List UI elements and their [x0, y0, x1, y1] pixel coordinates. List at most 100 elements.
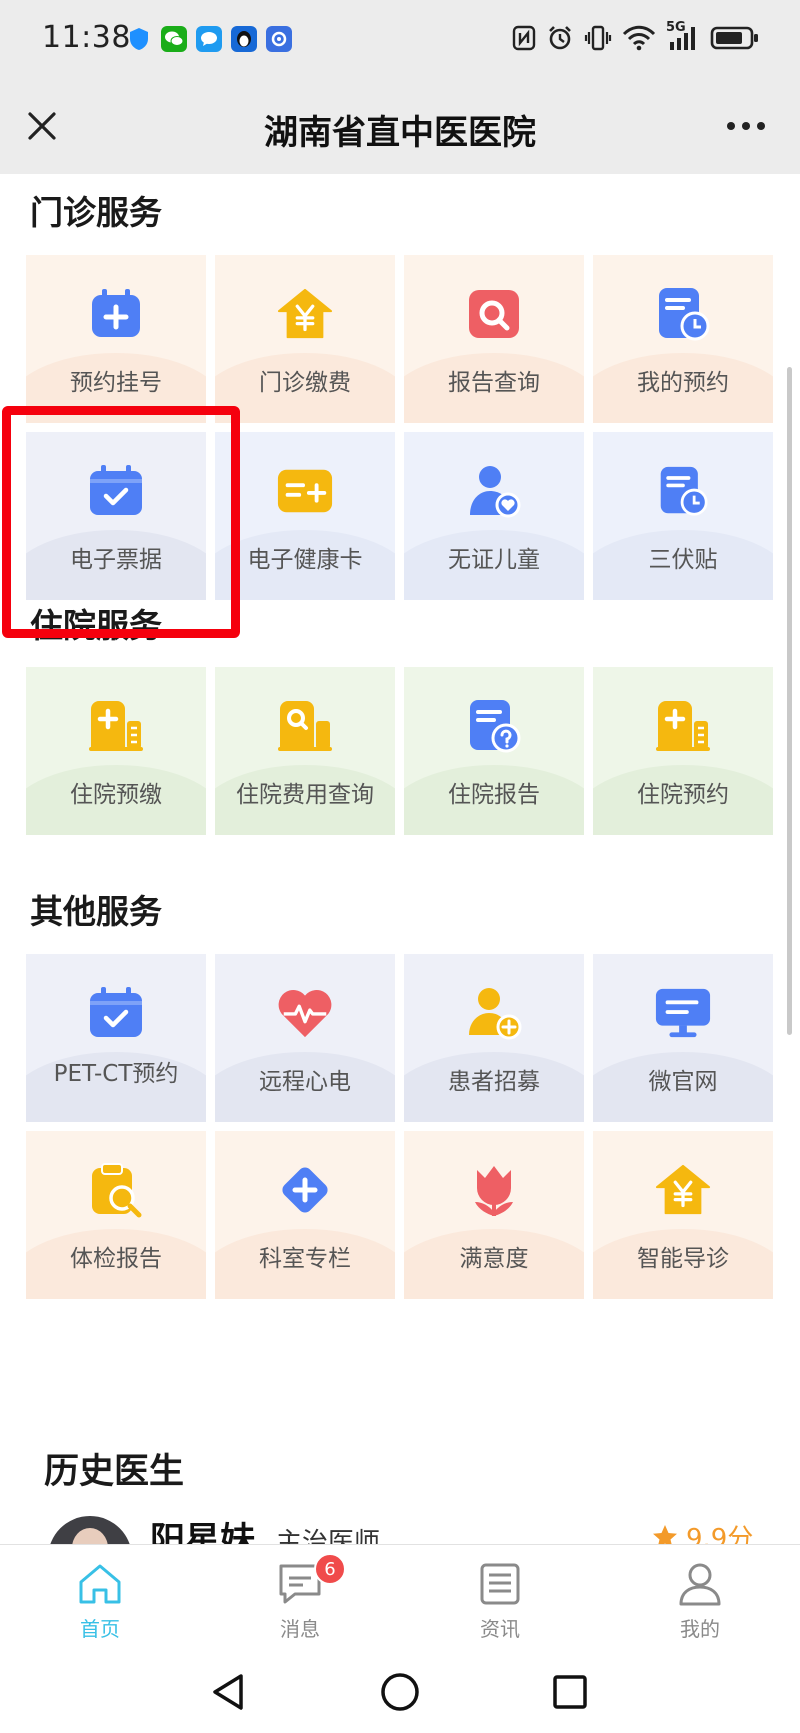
service-tile-health-card[interactable]: 电子健康卡	[215, 432, 395, 600]
close-button[interactable]	[20, 104, 64, 148]
service-tile-inpatient-report[interactable]: 住院报告	[404, 667, 584, 835]
service-label: PET-CT预约	[53, 1061, 179, 1087]
yen-house-icon	[654, 1161, 712, 1219]
hospital-building-icon	[654, 697, 712, 755]
person-heart-icon	[465, 462, 523, 520]
tab-messages[interactable]: 6 消息	[200, 1545, 400, 1652]
tab-profile[interactable]: 我的	[600, 1545, 800, 1652]
recents-square-icon	[553, 1675, 587, 1709]
wifi-icon	[622, 25, 656, 51]
service-label: 报告查询	[448, 370, 540, 396]
tulip-icon	[465, 1161, 523, 1219]
profile-icon	[675, 1559, 725, 1609]
service-label: 微官网	[648, 1069, 718, 1095]
news-icon	[475, 1559, 525, 1609]
shield-app-icon	[126, 26, 152, 52]
service-tile-smart-triage[interactable]: 智能导诊	[593, 1131, 773, 1299]
section-title-inpatient: 住院服务	[30, 606, 162, 645]
document-question-icon	[465, 697, 523, 755]
service-tile-my-appointments[interactable]: 我的预约	[593, 255, 773, 423]
service-tile-department-column[interactable]: 科室专栏	[215, 1131, 395, 1299]
outpatient-services-grid: 预约挂号 门诊缴费 报告查询 我的预约 电子票据 电子健康卡 无证儿童 三伏贴	[26, 255, 778, 600]
rating-value: 9.9分	[686, 1524, 754, 1544]
doctor-card[interactable]: 阳星妹 主治医师 9.9分	[0, 1510, 800, 1544]
more-button[interactable]	[718, 106, 774, 146]
document-clock-icon	[654, 462, 712, 520]
status-app-icons	[126, 26, 292, 52]
person-add-icon	[465, 984, 523, 1042]
calendar-check-icon	[87, 984, 145, 1042]
calendar-check-icon	[87, 462, 145, 520]
page-title: 湖南省直中医医院	[264, 113, 536, 153]
tab-label: 我的	[680, 1617, 720, 1641]
service-tile-outpatient-payment[interactable]: 门诊缴费	[215, 255, 395, 423]
other-services-grid: PET-CT预约 远程心电 患者招募 微官网 体检报告 科室专栏 满意度 智能导…	[26, 954, 778, 1299]
system-nav-bar	[0, 1652, 800, 1733]
service-tile-appointment[interactable]: 预约挂号	[26, 255, 206, 423]
clipboard-search-icon	[87, 1161, 145, 1219]
service-label: 门诊缴费	[259, 370, 351, 396]
service-label: 三伏贴	[648, 547, 718, 573]
status-time: 11:38	[42, 20, 131, 55]
service-label: 电子健康卡	[247, 547, 363, 573]
service-label: 电子票据	[70, 547, 162, 573]
message-count-badge: 6	[314, 1553, 346, 1585]
service-tile-pet-ct[interactable]: PET-CT预约	[26, 954, 206, 1122]
nav-back-button[interactable]	[198, 1662, 258, 1722]
more-icon	[727, 122, 765, 130]
hospital-search-icon	[276, 697, 334, 755]
doctor-name: 阳星妹	[150, 1521, 256, 1544]
service-label: 住院预缴	[70, 782, 162, 808]
alarm-icon	[546, 24, 574, 52]
nav-recents-button[interactable]	[540, 1662, 600, 1722]
nav-home-button[interactable]	[370, 1662, 430, 1722]
service-tile-patient-recruitment[interactable]: 患者招募	[404, 954, 584, 1122]
service-label: 无证儿童	[448, 547, 540, 573]
monitor-icon	[654, 984, 712, 1042]
service-label: 住院费用查询	[236, 782, 374, 808]
report-search-icon	[465, 285, 523, 343]
service-tile-inpatient-prepay[interactable]: 住院预缴	[26, 667, 206, 835]
service-tile-remote-ecg[interactable]: 远程心电	[215, 954, 395, 1122]
star-icon	[653, 1524, 677, 1544]
service-tile-micro-website[interactable]: 微官网	[593, 954, 773, 1122]
service-label: 智能导诊	[637, 1246, 729, 1272]
tab-home[interactable]: 首页	[0, 1545, 200, 1652]
service-label: 体检报告	[70, 1246, 162, 1272]
service-tile-inpatient-fee-query[interactable]: 住院费用查询	[215, 667, 395, 835]
signal-icon: 5G	[666, 20, 700, 52]
tab-label: 消息	[280, 1617, 320, 1641]
doctor-rating: 9.9分	[652, 1518, 753, 1544]
section-title-outpatient: 门诊服务	[30, 193, 162, 232]
medical-kit-icon	[87, 285, 145, 343]
inpatient-services-grid: 住院预缴 住院费用查询 住院报告 住院预约	[26, 667, 778, 835]
service-label: 患者招募	[448, 1069, 540, 1095]
content-area[interactable]: 门诊服务 预约挂号 门诊缴费 报告查询 我的预约 电子票据 电子健康卡 无证儿童…	[0, 174, 800, 1544]
service-tile-report-query[interactable]: 报告查询	[404, 255, 584, 423]
chat-icon	[196, 26, 222, 52]
yen-house-icon	[276, 285, 334, 343]
home-icon	[75, 1559, 125, 1609]
status-bar: 11:38 5G	[0, 0, 800, 80]
service-label: 科室专栏	[259, 1246, 351, 1272]
history-doctors-title: 历史医生	[44, 1452, 185, 1492]
service-tile-satisfaction[interactable]: 满意度	[404, 1131, 584, 1299]
tab-label: 资讯	[480, 1617, 520, 1641]
hospital-building-icon	[87, 697, 145, 755]
battery-icon	[710, 25, 760, 51]
app-icon	[266, 26, 292, 52]
service-tile-undocumented-children[interactable]: 无证儿童	[404, 432, 584, 600]
diamond-plus-icon	[276, 1161, 334, 1219]
home-circle-icon	[381, 1673, 419, 1711]
close-icon	[28, 112, 56, 140]
service-label: 满意度	[459, 1246, 529, 1272]
service-tile-inpatient-appointment[interactable]: 住院预约	[593, 667, 773, 835]
scrollbar[interactable]	[787, 367, 792, 1035]
service-tile-e-invoice[interactable]: 电子票据	[26, 432, 206, 600]
service-label: 远程心电	[259, 1069, 351, 1095]
network-type-label: 5G	[666, 20, 686, 35]
document-clock-icon	[654, 285, 712, 343]
service-tile-checkup-report[interactable]: 体检报告	[26, 1131, 206, 1299]
service-tile-sanfu-patch[interactable]: 三伏贴	[593, 432, 773, 600]
tab-news[interactable]: 资讯	[400, 1545, 600, 1652]
